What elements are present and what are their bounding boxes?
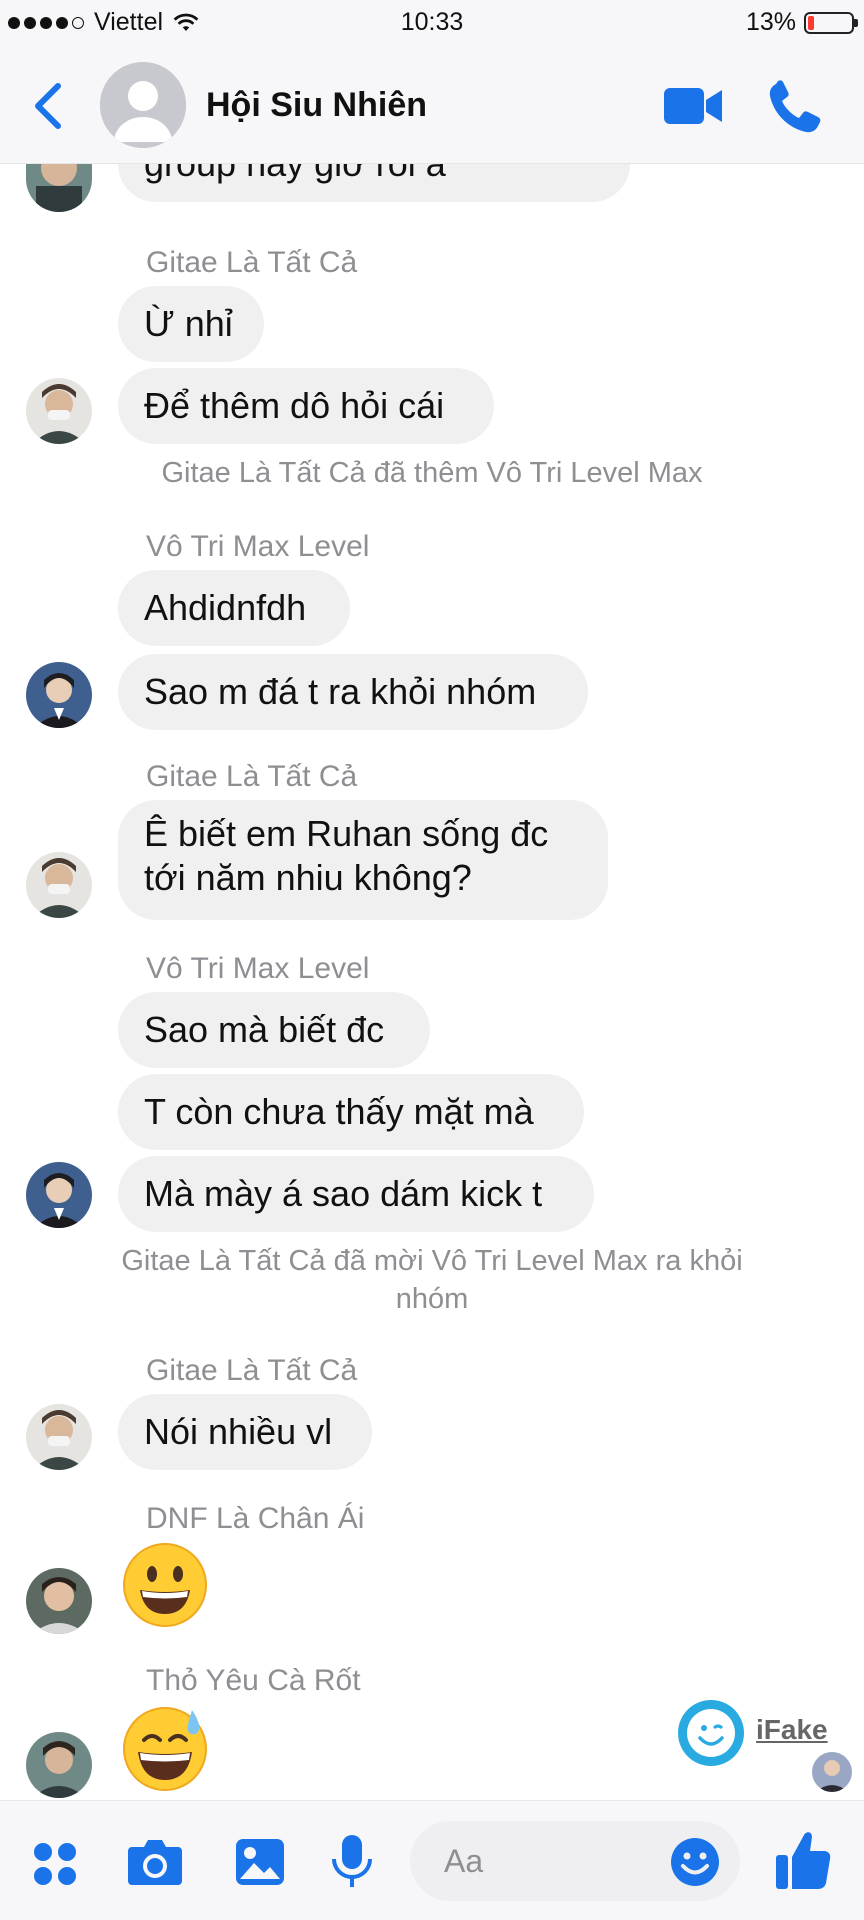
message-text: Sao mà biết đc (144, 1009, 385, 1050)
message-bubble[interactable]: Ahdidnfdh (118, 570, 350, 646)
message-input[interactable] (444, 1839, 644, 1883)
message-bubble[interactable]: Ừ nhỉ (118, 286, 264, 362)
seen-avatar (812, 1752, 852, 1792)
sender-avatar[interactable] (26, 662, 92, 728)
message-text: T còn chưa thấy mặt mà (144, 1091, 534, 1132)
sender-avatar[interactable] (26, 1568, 92, 1634)
message-text: Để thêm dô hỏi cái (144, 385, 445, 426)
emoji-icon[interactable] (670, 1837, 720, 1887)
sender-avatar[interactable] (26, 1404, 92, 1470)
sender-name: Thỏ Yêu Cà Rốt (146, 1664, 361, 1697)
notice-text: Gitae Là Tất Cả đã thêm Vô Tri Level Max (161, 457, 703, 489)
ifake-label: iFake (756, 1714, 828, 1745)
sender-avatar[interactable] (26, 378, 92, 444)
notice-text: nhóm (395, 1283, 469, 1315)
message-text: Ê biết em Ruhan sống đc (144, 813, 549, 854)
apps-grid-icon[interactable] (32, 1841, 78, 1887)
sender-name: Gitae Là Tất Cả (146, 246, 358, 279)
composer-bar (0, 1800, 864, 1920)
chevron-left-icon[interactable] (26, 80, 72, 132)
grinning-sweat-emoji-icon[interactable] (122, 1706, 208, 1792)
message-composer[interactable] (410, 1821, 740, 1901)
sender-avatar[interactable] (26, 1162, 92, 1228)
message-list[interactable]: group này giờ rồi á Gitae Là Tất Cả Ừ nh… (0, 164, 864, 1800)
sender-name: Gitae Là Tất Cả (146, 1354, 358, 1387)
system-notice: Gitae Là Tất Cả đã thêm Vô Tri Level Max (60, 454, 804, 492)
gallery-icon[interactable] (234, 1837, 286, 1887)
sender-name: Vô Tri Max Level (146, 952, 370, 985)
status-bar: Viettel 10:33 13% (0, 0, 864, 44)
video-camera-icon[interactable] (662, 84, 724, 128)
conversation-title[interactable]: Hội Siu Nhiên (206, 86, 427, 125)
message-text: tới năm nhiu không? (144, 857, 472, 898)
status-right: 13% (745, 8, 858, 37)
notice-text: Gitae Là Tất Cả đã mời Vô Tri Level Max … (121, 1245, 743, 1277)
sender-name: Vô Tri Max Level (146, 530, 370, 563)
ifake-logo-icon (678, 1700, 744, 1766)
message-text: Ừ nhỉ (144, 303, 233, 344)
group-avatar[interactable] (100, 62, 186, 148)
sender-avatar[interactable] (26, 852, 92, 918)
phone-icon[interactable] (766, 80, 822, 134)
message-bubble[interactable]: Ê biết em Ruhan sống đc tới năm nhiu khô… (118, 800, 608, 920)
battery-percentage: 13% (745, 8, 796, 36)
microphone-icon[interactable] (330, 1833, 374, 1891)
sender-name: Gitae Là Tất Cả (146, 760, 358, 793)
message-bubble[interactable]: Sao mà biết đc (118, 992, 430, 1068)
battery-level (808, 15, 814, 30)
message-bubble[interactable]: T còn chưa thấy mặt mà (118, 1074, 584, 1150)
message-text: group này giờ rồi á (144, 164, 446, 185)
message-text: Nói nhiều vl (144, 1411, 333, 1452)
grinning-face-emoji-icon[interactable] (122, 1542, 208, 1628)
sender-name: DNF Là Chân Ái (146, 1502, 365, 1535)
status-time: 10:33 (400, 8, 464, 36)
message-bubble[interactable]: Nói nhiều vl (118, 1394, 372, 1470)
ifake-watermark: iFake (676, 1698, 864, 1792)
message-text: Sao m đá t ra khỏi nhóm (144, 671, 537, 712)
message-bubble[interactable]: Để thêm dô hỏi cái (118, 368, 494, 444)
battery-icon (804, 11, 858, 34)
message-text: Ahdidnfdh (144, 587, 307, 628)
camera-icon[interactable] (126, 1837, 184, 1887)
message-bubble[interactable]: group này giờ rồi á (118, 164, 630, 202)
thumbs-up-icon[interactable] (774, 1829, 832, 1891)
conversation-header: Hội Siu Nhiên (0, 44, 864, 164)
message-bubble[interactable]: Mà mày á sao dám kick t (118, 1156, 594, 1232)
sender-avatar[interactable] (26, 1732, 92, 1798)
message-bubble[interactable]: Sao m đá t ra khỏi nhóm (118, 654, 588, 730)
message-text: Mà mày á sao dám kick t (144, 1173, 543, 1214)
sender-avatar[interactable] (26, 164, 92, 212)
person-placeholder-icon (100, 62, 186, 148)
system-notice: Gitae Là Tất Cả đã mời Vô Tri Level Max … (60, 1242, 804, 1318)
